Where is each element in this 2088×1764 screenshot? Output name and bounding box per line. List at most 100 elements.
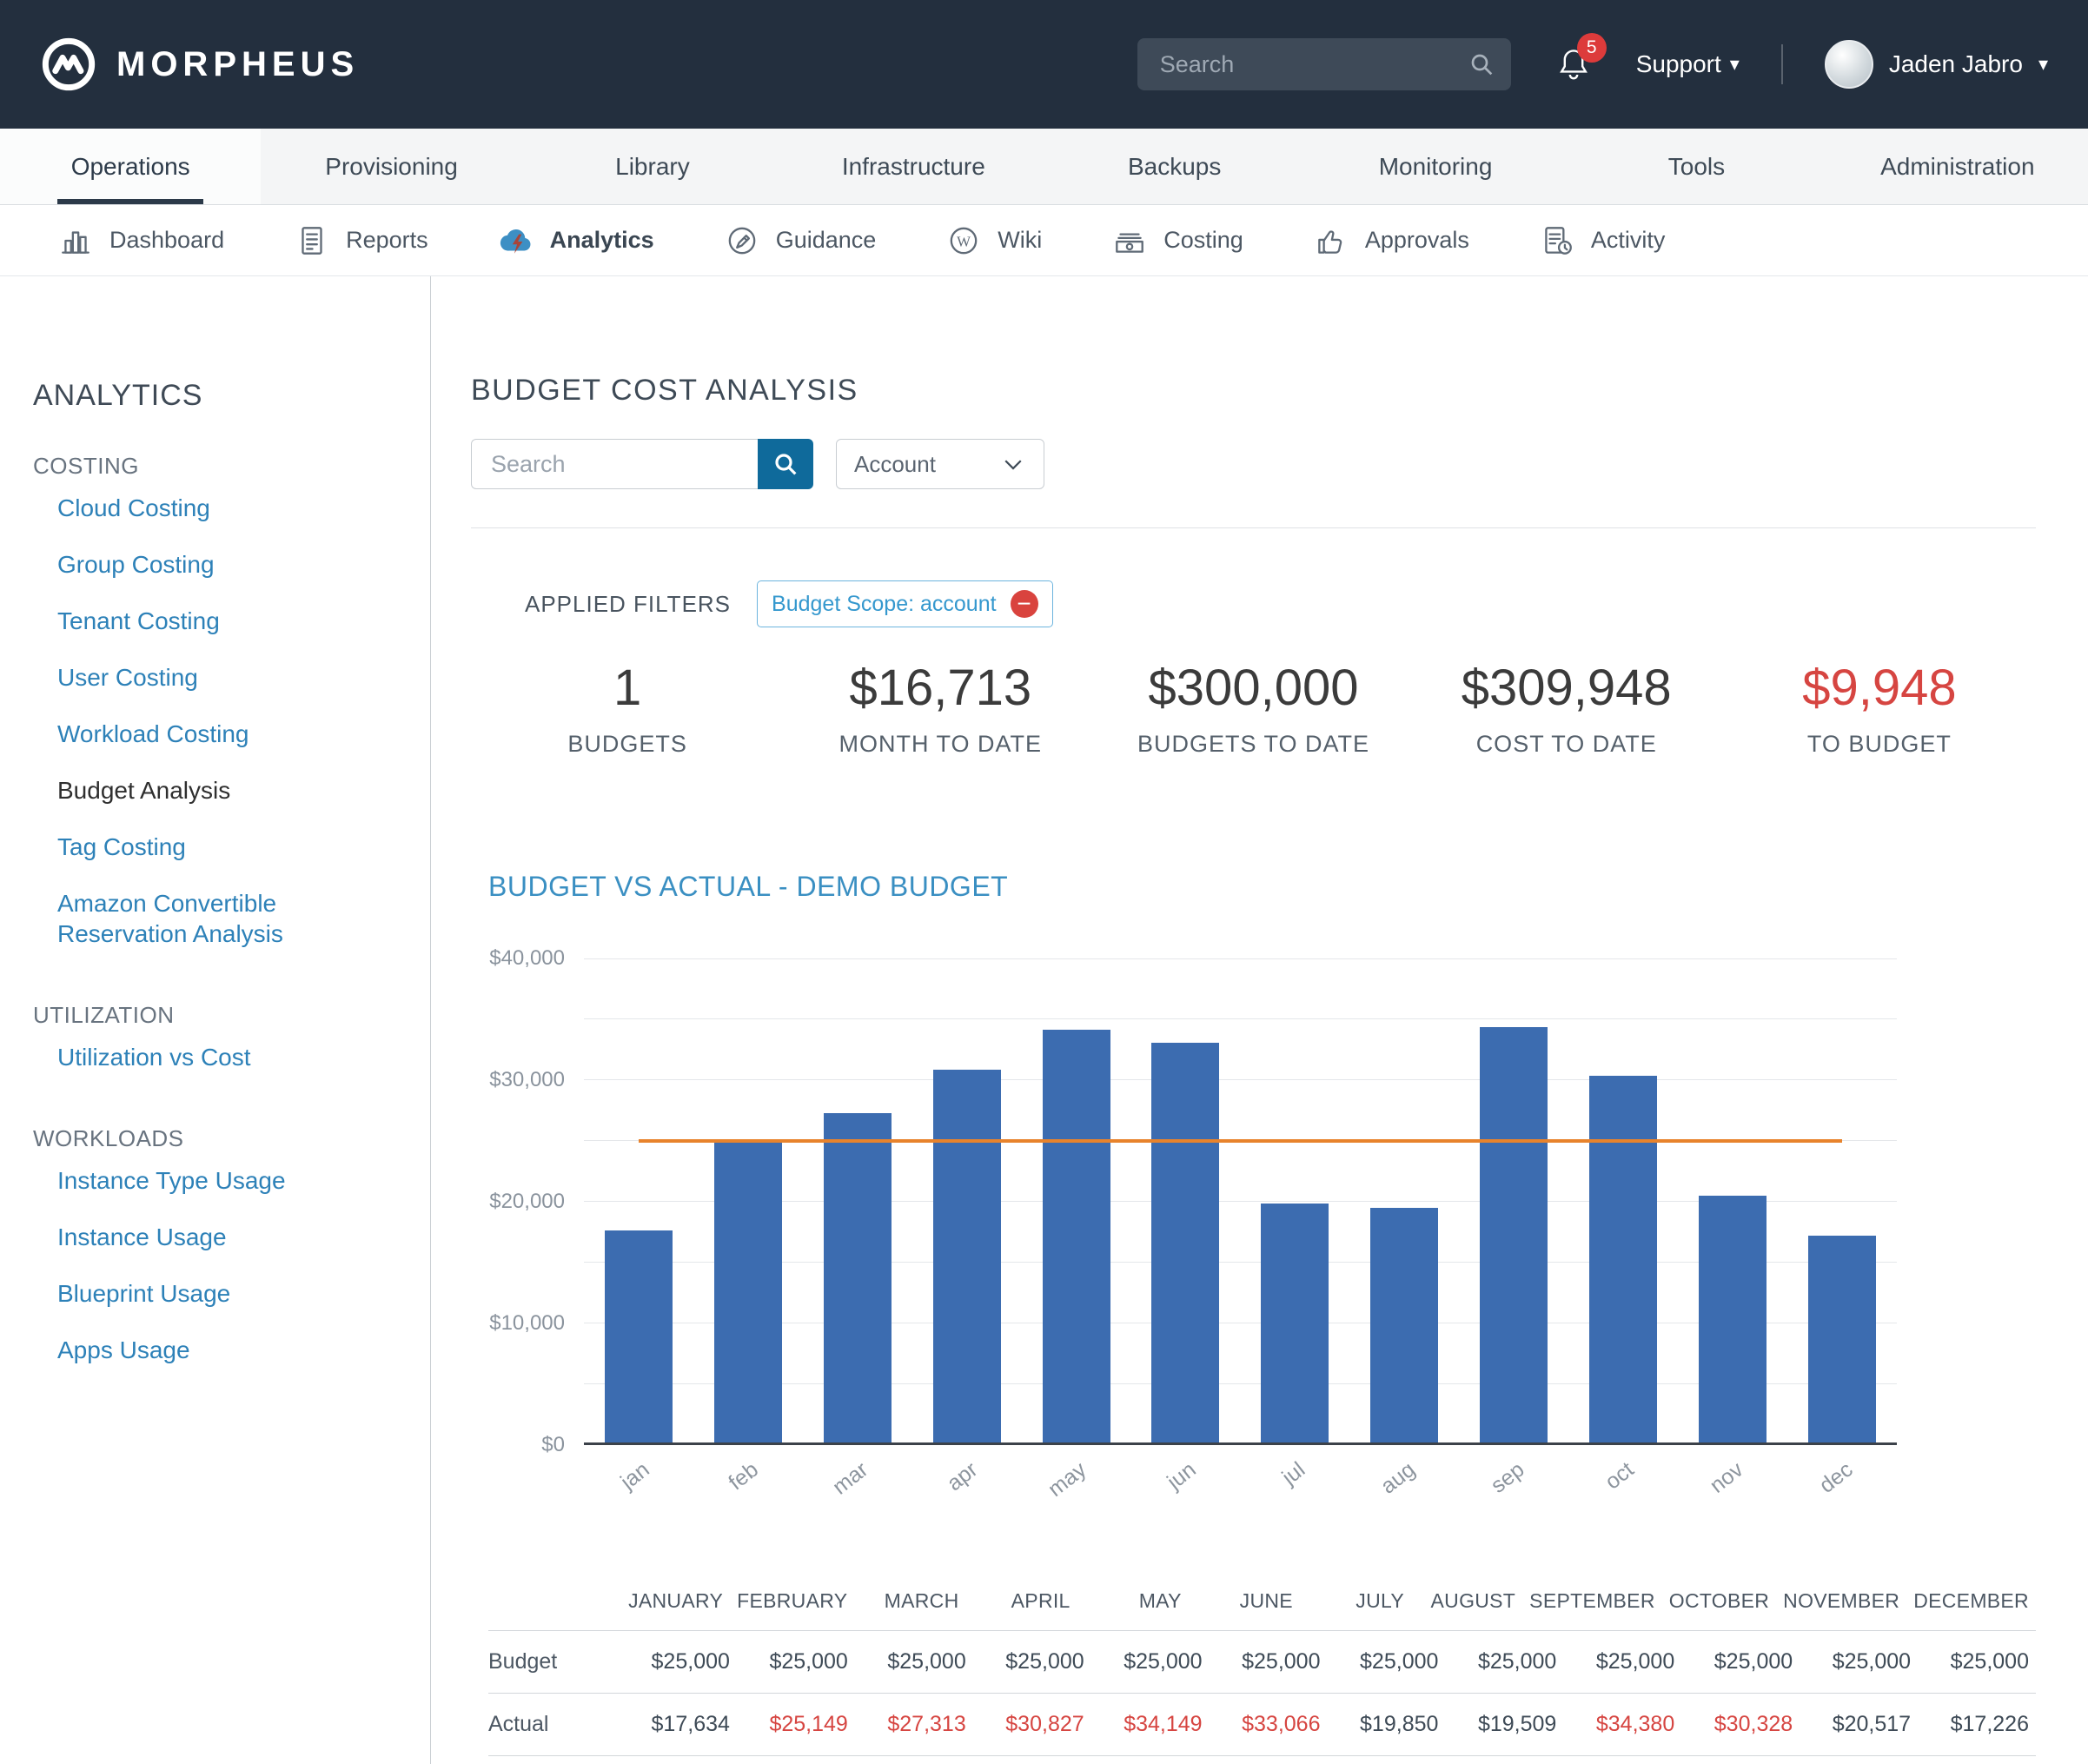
subnav-analytics[interactable]: Analytics [463, 205, 689, 275]
column-header-december: DECEMBER [1906, 1575, 2036, 1630]
bar-jul[interactable] [1261, 1204, 1329, 1445]
x-tick-label-jul: jul [1278, 1457, 1311, 1490]
subnav-activity[interactable]: Activity [1504, 205, 1700, 275]
bar-sep[interactable] [1480, 1027, 1548, 1445]
bar-dec[interactable] [1808, 1236, 1876, 1445]
table-header-row: JANUARYFEBRUARYMARCHAPRILMAYJUNEJULYAUGU… [488, 1575, 2036, 1630]
bar-aug[interactable] [1370, 1208, 1438, 1445]
search-icon[interactable] [1468, 50, 1495, 78]
chart-y-axis: $0$10,000$20,000$30,000$40,000 [471, 958, 584, 1445]
column-header-october: OCTOBER [1662, 1575, 1776, 1630]
sidebar-item-instance-usage[interactable]: Instance Usage [33, 1209, 395, 1265]
column-header-june: JUNE [1189, 1575, 1300, 1630]
cell-budget-february: $25,000 [737, 1631, 855, 1693]
column-header-march: MARCH [854, 1575, 965, 1630]
bar-nov[interactable] [1699, 1196, 1767, 1445]
tab-administration[interactable]: Administration [1827, 129, 2088, 204]
bars-group: janfebmaraprmayjunjulaugsepoctnovdec [584, 958, 1897, 1445]
cell-budget-september: $25,000 [1563, 1631, 1681, 1693]
cell-actual-may: $34,149 [1091, 1694, 1210, 1755]
sidebar-item-instance-type-usage[interactable]: Instance Type Usage [33, 1152, 395, 1209]
notifications-button[interactable]: 5 [1553, 43, 1594, 85]
sidebar-item-workload-costing[interactable]: Workload Costing [33, 706, 395, 762]
sidebar-item-amazon-convertible-reservation-analysis[interactable]: Amazon Convertible Reservation Analysis [33, 875, 395, 962]
x-tick-label-sep: sep [1486, 1457, 1529, 1499]
bar-slot-jan: jan [605, 958, 673, 1445]
brand[interactable]: MORPHEUS [40, 36, 359, 93]
subnav-reports[interactable]: Reports [259, 205, 463, 275]
row-label-budget: Budget [488, 1631, 619, 1693]
bar-slot-jun: jun [1151, 958, 1219, 1445]
scope-select[interactable]: Account [836, 439, 1044, 489]
cell-actual-april: $30,827 [973, 1694, 1091, 1755]
tab-library[interactable]: Library [522, 129, 783, 204]
support-menu[interactable]: Support ▾ [1636, 50, 1740, 78]
bar-may[interactable] [1043, 1030, 1110, 1445]
subnav-approvals[interactable]: Approvals [1278, 205, 1504, 275]
sidebar: ANALYTICS COSTINGCloud CostingGroup Cost… [0, 276, 431, 1764]
tab-monitoring[interactable]: Monitoring [1305, 129, 1566, 204]
bar-apr[interactable] [933, 1070, 1001, 1445]
subnav-costing[interactable]: Costing [1077, 205, 1278, 275]
subnav-label-wiki: Wiki [998, 227, 1042, 254]
sidebar-item-cloud-costing[interactable]: Cloud Costing [33, 480, 395, 536]
page-title: BUDGET COST ANALYSIS [471, 374, 2036, 408]
chevron-down-icon: ▾ [1730, 53, 1740, 76]
x-tick-label-oct: oct [1601, 1457, 1639, 1495]
remove-filter-icon[interactable]: − [1011, 590, 1038, 618]
bar-slot-apr: apr [933, 958, 1001, 1445]
sidebar-item-utilization-vs-cost[interactable]: Utilization vs Cost [33, 1029, 395, 1085]
sidebar-title: ANALYTICS [33, 379, 395, 413]
sidebar-section-costing: COSTING [33, 453, 395, 480]
sidebar-item-group-costing[interactable]: Group Costing [33, 536, 395, 593]
bar-slot-feb: feb [714, 958, 782, 1445]
cell-budget-june: $25,000 [1210, 1631, 1328, 1693]
budget-table: JANUARYFEBRUARYMARCHAPRILMAYJUNEJULYAUGU… [471, 1575, 2036, 1756]
stats-row: 1BUDGETS$16,713MONTH TO DATE$300,000BUDG… [471, 659, 2036, 758]
subnav-guidance[interactable]: Guidance [689, 205, 911, 275]
sidebar-item-user-costing[interactable]: User Costing [33, 649, 395, 706]
search-submit-button[interactable] [758, 439, 813, 489]
bar-slot-sep: sep [1480, 958, 1548, 1445]
tab-operations[interactable]: Operations [0, 129, 261, 204]
bar-jan[interactable] [605, 1230, 673, 1445]
stat-label-budgets: BUDGETS [471, 731, 784, 758]
subnav-dashboard[interactable]: Dashboard [23, 205, 259, 275]
tab-backups[interactable]: Backups [1044, 129, 1305, 204]
divider [471, 527, 2036, 528]
tab-infrastructure[interactable]: Infrastructure [783, 129, 1044, 204]
filter-chip[interactable]: Budget Scope: account − [757, 580, 1053, 627]
column-header-august: AUGUST [1411, 1575, 1522, 1630]
cell-actual-february: $25,149 [737, 1694, 855, 1755]
subnav-label-dashboard: Dashboard [109, 227, 224, 254]
bar-jun[interactable] [1151, 1043, 1219, 1445]
stat-value-month-to-date: $16,713 [784, 659, 1097, 717]
bar-mar[interactable] [824, 1113, 892, 1445]
bar-oct[interactable] [1589, 1076, 1657, 1445]
column-header-february: FEBRUARY [730, 1575, 854, 1630]
subnav-label-activity: Activity [1591, 227, 1666, 254]
cell-actual-july: $19,850 [1328, 1694, 1446, 1755]
y-tick-label: $40,000 [489, 946, 565, 971]
chevron-down-icon: ▾ [2038, 53, 2048, 76]
sidebar-item-apps-usage[interactable]: Apps Usage [33, 1322, 395, 1378]
sidebar-item-tag-costing[interactable]: Tag Costing [33, 819, 395, 875]
user-name: Jaden Jabro [1889, 50, 2023, 78]
global-search-input[interactable] [1137, 38, 1511, 90]
sidebar-item-budget-analysis[interactable]: Budget Analysis [33, 762, 395, 819]
budget-search-input[interactable] [471, 439, 758, 489]
app-root: MORPHEUS 5 Support ▾ Jaden Jabro ▾ [0, 0, 2088, 1764]
bar-feb[interactable] [714, 1139, 782, 1445]
y-tick-label: $20,000 [489, 1190, 565, 1214]
x-tick-label-jan: jan [616, 1457, 654, 1495]
x-tick-label-nov: nov [1705, 1457, 1748, 1499]
subnav-wiki[interactable]: WWiki [911, 205, 1077, 275]
stat-label-month-to-date: MONTH TO DATE [784, 731, 1097, 758]
brand-name: MORPHEUS [116, 45, 359, 84]
user-menu[interactable]: Jaden Jabro ▾ [1825, 40, 2048, 89]
tab-tools[interactable]: Tools [1566, 129, 1826, 204]
sidebar-item-tenant-costing[interactable]: Tenant Costing [33, 593, 395, 649]
tab-provisioning[interactable]: Provisioning [261, 129, 521, 204]
cell-actual-january: $17,634 [619, 1694, 737, 1755]
sidebar-item-blueprint-usage[interactable]: Blueprint Usage [33, 1265, 395, 1322]
